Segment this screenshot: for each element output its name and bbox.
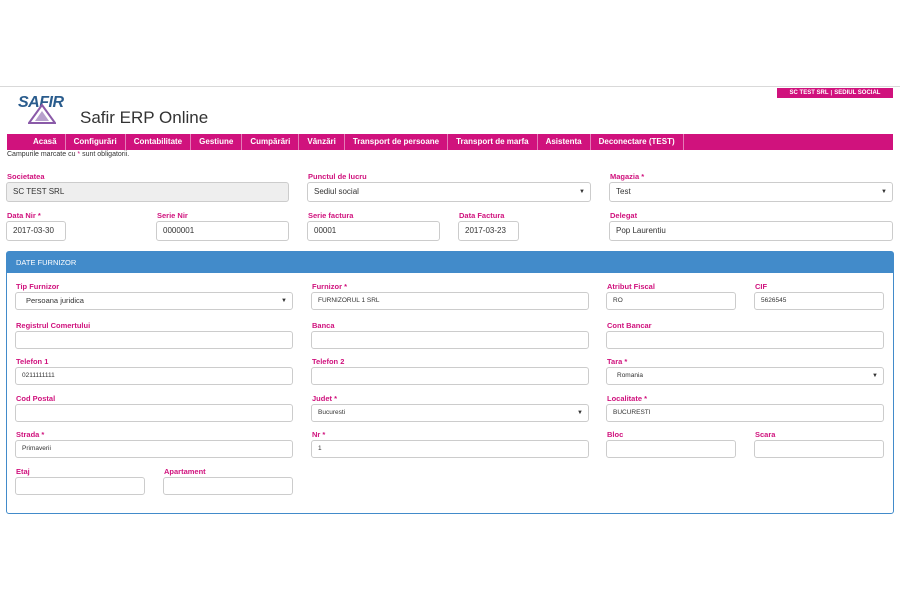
tara-label: Tara * xyxy=(607,357,628,366)
registrul-comertului-label: Registrul Comertului xyxy=(16,321,91,330)
menu-item-cumparari[interactable]: Cumpărări xyxy=(242,134,300,150)
menu-item-acasa[interactable]: Acasă xyxy=(25,134,66,150)
bloc-label: Bloc xyxy=(607,430,624,439)
required-fields-note: Campurile marcate cu * sunt obligatorii. xyxy=(7,151,130,158)
punct-lucru-label: Punctul de lucru xyxy=(308,172,367,181)
tip-furnizor-select[interactable]: Persoana juridica ▼ xyxy=(15,292,293,310)
judet-label: Judet * xyxy=(312,394,338,403)
telefon1-label: Telefon 1 xyxy=(16,357,49,366)
data-factura-field[interactable]: 2017-03-23 xyxy=(458,221,519,241)
delegat-field[interactable]: Pop Laurentiu xyxy=(609,221,893,241)
banca-label: Banca xyxy=(312,321,335,330)
chevron-down-icon: ▼ xyxy=(881,189,887,195)
tara-select[interactable]: Romania ▼ xyxy=(606,367,884,385)
safir-logo[interactable]: SAFIR xyxy=(18,94,74,124)
menu-item-transport-marfa[interactable]: Transport de marfa xyxy=(448,134,538,150)
chevron-down-icon: ▼ xyxy=(281,298,287,304)
cod-postal-label: Cod Postal xyxy=(16,394,56,403)
panel-title: DATE FURNIZOR xyxy=(7,252,893,273)
apartament-label: Apartament xyxy=(164,467,206,476)
banca-field[interactable] xyxy=(311,331,589,349)
strada-label: Strada * xyxy=(16,430,45,439)
apartament-field[interactable] xyxy=(163,477,293,495)
localitate-label: Localitate * xyxy=(607,394,648,403)
telefon2-field[interactable] xyxy=(311,367,589,385)
menu-item-vanzari[interactable]: Vânzări xyxy=(299,134,345,150)
magazia-select[interactable]: Test ▼ xyxy=(609,182,893,202)
company-badge[interactable]: SC TEST SRL | SEDIUL SOCIAL xyxy=(777,88,893,98)
delegat-label: Delegat xyxy=(610,211,638,220)
chevron-down-icon: ▼ xyxy=(577,410,583,416)
menu-item-contabilitate[interactable]: Contabilitate xyxy=(126,134,192,150)
menu-item-configurari[interactable]: Configurări xyxy=(66,134,126,150)
societatea-label: Societatea xyxy=(7,172,45,181)
menu-item-deconectare[interactable]: Deconectare (TEST) xyxy=(591,134,684,150)
logo-triangle-icon xyxy=(28,104,56,124)
serie-nir-field[interactable]: 0000001 xyxy=(156,221,289,241)
location-name: SEDIUL SOCIAL xyxy=(834,90,881,96)
telefon2-label: Telefon 2 xyxy=(312,357,345,366)
serie-factura-label: Serie factura xyxy=(308,211,354,220)
menu-item-gestiune[interactable]: Gestiune xyxy=(191,134,243,150)
bloc-field[interactable] xyxy=(606,440,736,458)
app-title: Safir ERP Online xyxy=(80,108,209,127)
atribut-fiscal-label: Atribut Fiscal xyxy=(607,282,655,291)
punct-lucru-select[interactable]: Sediul social ▼ xyxy=(307,182,591,202)
scara-label: Scara xyxy=(755,430,776,439)
nr-field[interactable]: 1 xyxy=(311,440,589,458)
cif-field[interactable]: 5626545 xyxy=(754,292,884,310)
tip-furnizor-label: Tip Furnizor xyxy=(16,282,60,291)
chevron-down-icon: ▼ xyxy=(872,373,878,379)
societatea-field[interactable]: SC TEST SRL xyxy=(6,182,289,202)
top-divider xyxy=(0,86,900,87)
furnizor-field[interactable]: FURNIZORUL 1 SRL xyxy=(311,292,589,310)
registrul-comertului-field[interactable] xyxy=(15,331,293,349)
company-name: SC TEST SRL xyxy=(789,90,829,96)
scara-field[interactable] xyxy=(754,440,884,458)
cif-label: CIF xyxy=(755,282,768,291)
telefon1-field[interactable]: 0211111111 xyxy=(15,367,293,385)
atribut-fiscal-field[interactable]: RO xyxy=(606,292,736,310)
nr-label: Nr * xyxy=(312,430,326,439)
cont-bancar-field[interactable] xyxy=(606,331,884,349)
chevron-down-icon: ▼ xyxy=(579,189,585,195)
data-factura-label: Data Factura xyxy=(459,211,505,220)
cod-postal-field[interactable] xyxy=(15,404,293,422)
menu-item-transport-persoane[interactable]: Transport de persoane xyxy=(345,134,449,150)
main-menu: Acasă Configurări Contabilitate Gestiune… xyxy=(7,134,893,150)
data-nir-field[interactable]: 2017-03-30 xyxy=(6,221,66,241)
magazia-label: Magazia * xyxy=(610,172,645,181)
furnizor-label: Furnizor * xyxy=(312,282,347,291)
etaj-label: Etaj xyxy=(16,467,30,476)
strada-field[interactable]: Primaverii xyxy=(15,440,293,458)
serie-factura-field[interactable]: 00001 xyxy=(307,221,440,241)
etaj-field[interactable] xyxy=(15,477,145,495)
menu-item-asistenta[interactable]: Asistenta xyxy=(538,134,591,150)
cont-bancar-label: Cont Bancar xyxy=(607,321,652,330)
judet-select[interactable]: Bucuresti ▼ xyxy=(311,404,589,422)
localitate-field[interactable]: BUCURESTI xyxy=(606,404,884,422)
data-nir-label: Data Nir * xyxy=(7,211,41,220)
serie-nir-label: Serie Nir xyxy=(157,211,188,220)
